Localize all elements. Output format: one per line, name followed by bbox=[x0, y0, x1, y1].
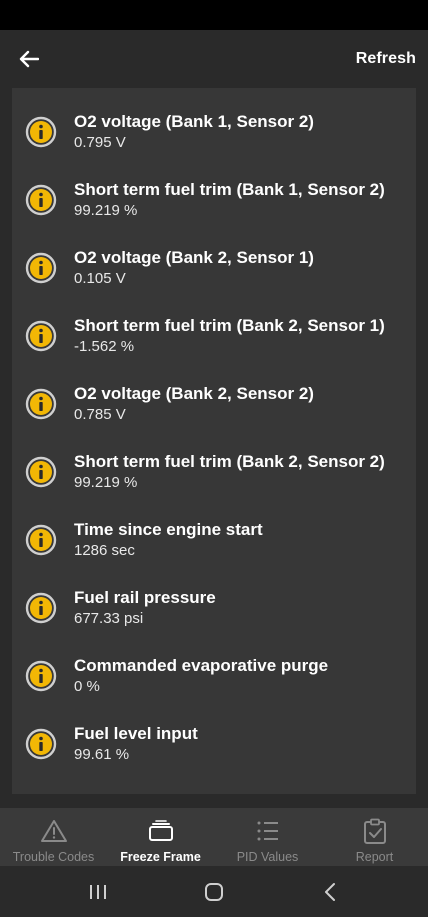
pid-name: Time since engine start bbox=[74, 520, 263, 539]
freeze-frame-icon bbox=[147, 818, 175, 844]
pid-name: Short term fuel trim (Bank 1, Sensor 2) bbox=[74, 180, 385, 199]
pid-name: O2 voltage (Bank 2, Sensor 2) bbox=[74, 384, 314, 403]
chevron-left-icon bbox=[325, 882, 335, 901]
pid-value: 0.105 V bbox=[74, 270, 126, 287]
list-item[interactable]: Short term fuel trim (Bank 2, Sensor 1) … bbox=[12, 302, 416, 370]
tab-label: Report bbox=[355, 850, 394, 864]
list-item[interactable]: O2 voltage (Bank 2, Sensor 2) 0.785 V bbox=[12, 370, 416, 438]
pid-value: 677.33 psi bbox=[74, 610, 144, 627]
pid-name: O2 voltage (Bank 2, Sensor 1) bbox=[74, 248, 314, 267]
info-icon bbox=[25, 456, 57, 488]
tab-trouble-codes[interactable]: Trouble Codes bbox=[0, 808, 107, 866]
system-navigation-bar bbox=[0, 866, 428, 917]
home-button[interactable] bbox=[184, 872, 244, 912]
pid-value: 99.61 % bbox=[74, 746, 130, 763]
pid-value: 0.785 V bbox=[74, 406, 126, 423]
back-button[interactable] bbox=[16, 46, 42, 72]
pid-value: 0.795 V bbox=[74, 134, 126, 151]
pid-name: O2 voltage (Bank 1, Sensor 2) bbox=[74, 112, 314, 131]
recent-apps-icon bbox=[90, 884, 106, 899]
warning-icon bbox=[40, 818, 68, 844]
pid-value: 99.219 % bbox=[74, 474, 138, 491]
list-item[interactable]: Commanded evaporative purge 0 % bbox=[12, 642, 416, 710]
pid-name: Fuel level input bbox=[74, 724, 198, 743]
clipboard-check-icon bbox=[361, 818, 389, 844]
list-item[interactable]: O2 voltage (Bank 2, Sensor 1) 0.105 V bbox=[12, 234, 416, 302]
app-bar: Refresh bbox=[0, 30, 428, 88]
info-icon bbox=[25, 252, 57, 284]
list-item[interactable]: Fuel rail pressure 677.33 psi bbox=[12, 574, 416, 642]
tab-label: Freeze Frame bbox=[120, 850, 201, 864]
recent-apps-button[interactable] bbox=[68, 872, 128, 912]
list-icon bbox=[254, 818, 282, 844]
home-icon bbox=[205, 882, 223, 901]
pid-name: Fuel rail pressure bbox=[74, 588, 216, 607]
info-icon bbox=[25, 592, 57, 624]
info-icon bbox=[25, 388, 57, 420]
list-item[interactable]: Short term fuel trim (Bank 1, Sensor 2) … bbox=[12, 166, 416, 234]
bottom-navigation: Trouble Codes Freeze Frame PID Values Re… bbox=[0, 808, 428, 866]
freeze-frame-list-panel[interactable]: O2 voltage (Bank 1, Sensor 2) 0.795 V Sh… bbox=[12, 88, 416, 794]
pid-value: -1.562 % bbox=[74, 338, 135, 355]
tab-label: PID Values bbox=[236, 850, 299, 864]
tab-pid-values[interactable]: PID Values bbox=[214, 808, 321, 866]
info-icon bbox=[25, 320, 57, 352]
pid-name: Short term fuel trim (Bank 2, Sensor 2) bbox=[74, 452, 385, 471]
list-item[interactable]: Fuel level input 99.61 % bbox=[12, 710, 416, 778]
info-icon bbox=[25, 184, 57, 216]
tab-freeze-frame[interactable]: Freeze Frame bbox=[107, 808, 214, 866]
list-item[interactable]: O2 voltage (Bank 1, Sensor 2) 0.795 V bbox=[12, 98, 416, 166]
pid-value: 1286 sec bbox=[74, 542, 135, 559]
pid-name: Short term fuel trim (Bank 2, Sensor 1) bbox=[74, 316, 385, 335]
arrow-left-icon bbox=[19, 50, 39, 68]
status-bar bbox=[0, 0, 428, 30]
system-back-button[interactable] bbox=[300, 872, 360, 912]
pid-value: 0 % bbox=[74, 678, 100, 695]
refresh-button[interactable]: Refresh bbox=[356, 50, 416, 68]
list-item[interactable]: Short term fuel trim (Bank 2, Sensor 2) … bbox=[12, 438, 416, 506]
tab-label: Trouble Codes bbox=[12, 850, 95, 864]
info-icon bbox=[25, 116, 57, 148]
pid-value: 99.219 % bbox=[74, 202, 138, 219]
info-icon bbox=[25, 660, 57, 692]
info-icon bbox=[25, 524, 57, 556]
pid-name: Commanded evaporative purge bbox=[74, 656, 329, 675]
tab-report[interactable]: Report bbox=[321, 808, 428, 866]
list-item[interactable]: Time since engine start 1286 sec bbox=[12, 506, 416, 574]
info-icon bbox=[25, 728, 57, 760]
